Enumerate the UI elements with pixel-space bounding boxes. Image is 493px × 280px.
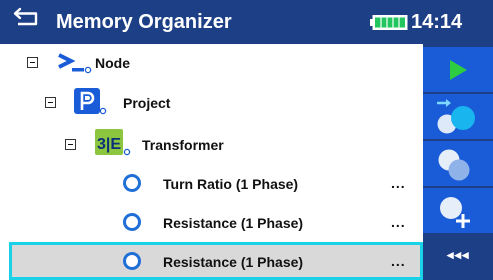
memory-tree: Node Project 3|E Transformer Turn Ratio …: [0, 44, 423, 280]
tree-item-measurement[interactable]: Turn Ratio (1 Phase) ...: [0, 164, 423, 202]
measurement-circle-icon: [123, 252, 141, 270]
clone-icon: [435, 146, 479, 189]
tree-item-label: Turn Ratio (1 Phase): [163, 176, 299, 192]
transformer-icon: 3|E: [94, 128, 144, 163]
add-new-icon: [435, 192, 479, 237]
collapse-toggle[interactable]: [65, 139, 76, 150]
clock: 14:14: [411, 11, 463, 33]
more-options-dots[interactable]: ...: [391, 214, 406, 230]
project-icon: [73, 87, 123, 122]
battery-full-icon: [370, 15, 408, 35]
tree-item-node[interactable]: Node: [0, 44, 423, 82]
tree-item-label: Resistance (1 Phase): [163, 254, 304, 270]
copy-to-button[interactable]: [423, 94, 493, 139]
copy-to-icon: [431, 97, 485, 144]
measurement-circle-icon: [123, 174, 141, 192]
more-options-dots[interactable]: ...: [391, 175, 406, 191]
clone-button[interactable]: [423, 141, 493, 186]
tree-item-label: Resistance (1 Phase): [163, 215, 304, 231]
add-new-button[interactable]: [423, 188, 493, 233]
more-options-button[interactable]: ◂◂◂: [423, 235, 493, 280]
tree-item-measurement-selected[interactable]: Resistance (1 Phase) ...: [9, 242, 423, 280]
more-options-icon: ◂◂◂: [447, 247, 470, 262]
tree-item-project[interactable]: Project: [0, 84, 423, 122]
measurement-circle-icon: [123, 213, 141, 231]
back-arrow-icon[interactable]: [12, 5, 42, 34]
tree-item-label: Project: [123, 95, 171, 111]
header-bar: Memory Organizer 14:14: [0, 0, 493, 44]
tree-item-label: Transformer: [142, 137, 224, 153]
tree-item-transformer[interactable]: 3|E Transformer: [0, 125, 423, 163]
tree-item-label: Node: [95, 55, 130, 71]
tree-item-measurement[interactable]: Resistance (1 Phase) ...: [0, 203, 423, 241]
sidebar-toolbar: ◂◂◂: [423, 44, 493, 280]
more-options-dots[interactable]: ...: [391, 253, 406, 269]
run-button[interactable]: [423, 47, 493, 92]
collapse-toggle[interactable]: [45, 97, 56, 108]
svg-text:3|E: 3|E: [97, 136, 121, 153]
collapse-toggle[interactable]: [27, 57, 38, 68]
play-icon: [447, 59, 469, 86]
page-title: Memory Organizer: [56, 11, 232, 33]
node-prompt-icon: [56, 50, 92, 81]
